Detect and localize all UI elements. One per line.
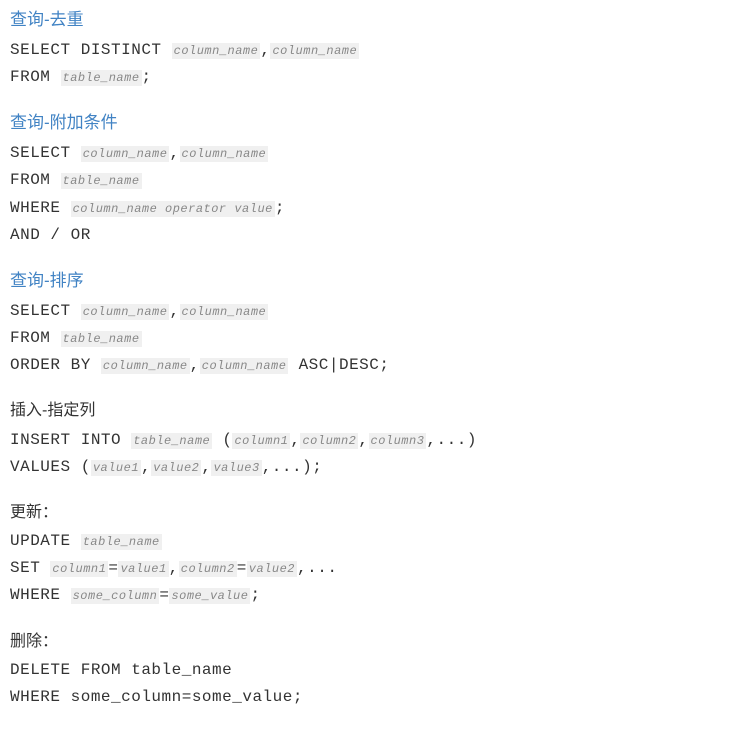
placeholder-value: value1 [91, 460, 141, 476]
keyword: SET [10, 559, 50, 577]
placeholder-value: value3 [211, 460, 261, 476]
equals: = [159, 586, 169, 604]
code-line: WHERE some_column=some_value; [10, 582, 720, 609]
equals: = [237, 559, 247, 577]
code-line: UPDATE table_name [10, 528, 720, 555]
placeholder-value: value2 [151, 460, 201, 476]
code-line: ORDER BY column_name,column_name ASC|DES… [10, 352, 720, 379]
code-line: INSERT INTO table_name (column1,column2,… [10, 427, 720, 454]
close-paren: ,...); [262, 458, 323, 476]
separator: , [201, 458, 211, 476]
section-title: 插入-指定列 [10, 397, 720, 424]
equals: = [108, 559, 118, 577]
section-title: 更新： [10, 499, 720, 526]
code-line: FROM table_name [10, 167, 720, 194]
code-line: FROM table_name; [10, 64, 720, 91]
keyword: VALUES ( [10, 458, 91, 476]
code-line: DELETE FROM table_name [10, 657, 720, 684]
keyword: FROM [10, 68, 61, 86]
placeholder-column: column_name [101, 358, 190, 374]
keyword: UPDATE [10, 532, 81, 550]
code-line: VALUES (value1,value2,value3,...); [10, 454, 720, 481]
placeholder-table: table_name [61, 331, 142, 347]
section-title: 查询-去重 [10, 6, 720, 35]
placeholder-column: column_name [270, 43, 359, 59]
placeholder-value: value1 [118, 561, 168, 577]
section-title: 删除： [10, 628, 720, 655]
section-distinct: 查询-去重 SELECT DISTINCT column_name,column… [10, 6, 720, 91]
section-title: 查询-附加条件 [10, 109, 720, 138]
separator: , [290, 431, 300, 449]
section-update: 更新： UPDATE table_name SET column1=value1… [10, 499, 720, 610]
section-insert: 插入-指定列 INSERT INTO table_name (column1,c… [10, 397, 720, 481]
code-line: FROM table_name [10, 325, 720, 352]
placeholder-column: column_name [200, 358, 289, 374]
placeholder-column: some_column [71, 588, 160, 604]
terminator: ; [275, 199, 285, 217]
code-line: AND / OR [10, 222, 720, 249]
terminator: ; [142, 68, 152, 86]
keyword: ORDER BY [10, 356, 101, 374]
keyword: SELECT [10, 144, 81, 162]
code-line: WHERE column_name operator value; [10, 195, 720, 222]
separator: , [190, 356, 200, 374]
code-line: WHERE some_column=some_value; [10, 684, 720, 711]
placeholder-column: column3 [369, 433, 427, 449]
code-line: SELECT column_name,column_name [10, 298, 720, 325]
placeholder-column: column_name [81, 146, 170, 162]
close-paren: ,...) [426, 431, 477, 449]
separator: , [358, 431, 368, 449]
placeholder-table: table_name [61, 70, 142, 86]
separator: , [260, 41, 270, 59]
code-line: SET column1=value1,column2=value2,... [10, 555, 720, 582]
terminator: ; [250, 586, 260, 604]
placeholder-column: column1 [232, 433, 290, 449]
placeholder-column: column2 [300, 433, 358, 449]
placeholder-column: column_name [180, 304, 269, 320]
placeholder-column: column_name [172, 43, 261, 59]
keyword: SELECT DISTINCT [10, 41, 172, 59]
keyword: ASC|DESC; [288, 356, 389, 374]
placeholder-column: column_name [180, 146, 269, 162]
section-title: 查询-排序 [10, 267, 720, 296]
separator: , [169, 559, 179, 577]
separator: , [169, 302, 179, 320]
separator: , [169, 144, 179, 162]
code-line: SELECT column_name,column_name [10, 140, 720, 167]
section-where: 查询-附加条件 SELECT column_name,column_name F… [10, 109, 720, 249]
keyword: SELECT [10, 302, 81, 320]
section-orderby: 查询-排序 SELECT column_name,column_name FRO… [10, 267, 720, 379]
separator: , [141, 458, 151, 476]
code-line: SELECT DISTINCT column_name,column_name [10, 37, 720, 64]
placeholder-value: some_value [169, 588, 250, 604]
keyword: INSERT INTO [10, 431, 131, 449]
open-paren: ( [212, 431, 232, 449]
placeholder-table: table_name [61, 173, 142, 189]
keyword: FROM [10, 329, 61, 347]
placeholder-table: table_name [131, 433, 212, 449]
section-delete: 删除： DELETE FROM table_name WHERE some_co… [10, 628, 720, 712]
keyword: FROM [10, 171, 61, 189]
placeholder-column: column1 [50, 561, 108, 577]
ellipsis: ,... [297, 559, 337, 577]
placeholder-table: table_name [81, 534, 162, 550]
placeholder-column: column_name [81, 304, 170, 320]
keyword: WHERE [10, 586, 71, 604]
placeholder-column: column2 [179, 561, 237, 577]
placeholder-value: value2 [247, 561, 297, 577]
placeholder-condition: column_name operator value [71, 201, 275, 217]
keyword: WHERE [10, 199, 71, 217]
